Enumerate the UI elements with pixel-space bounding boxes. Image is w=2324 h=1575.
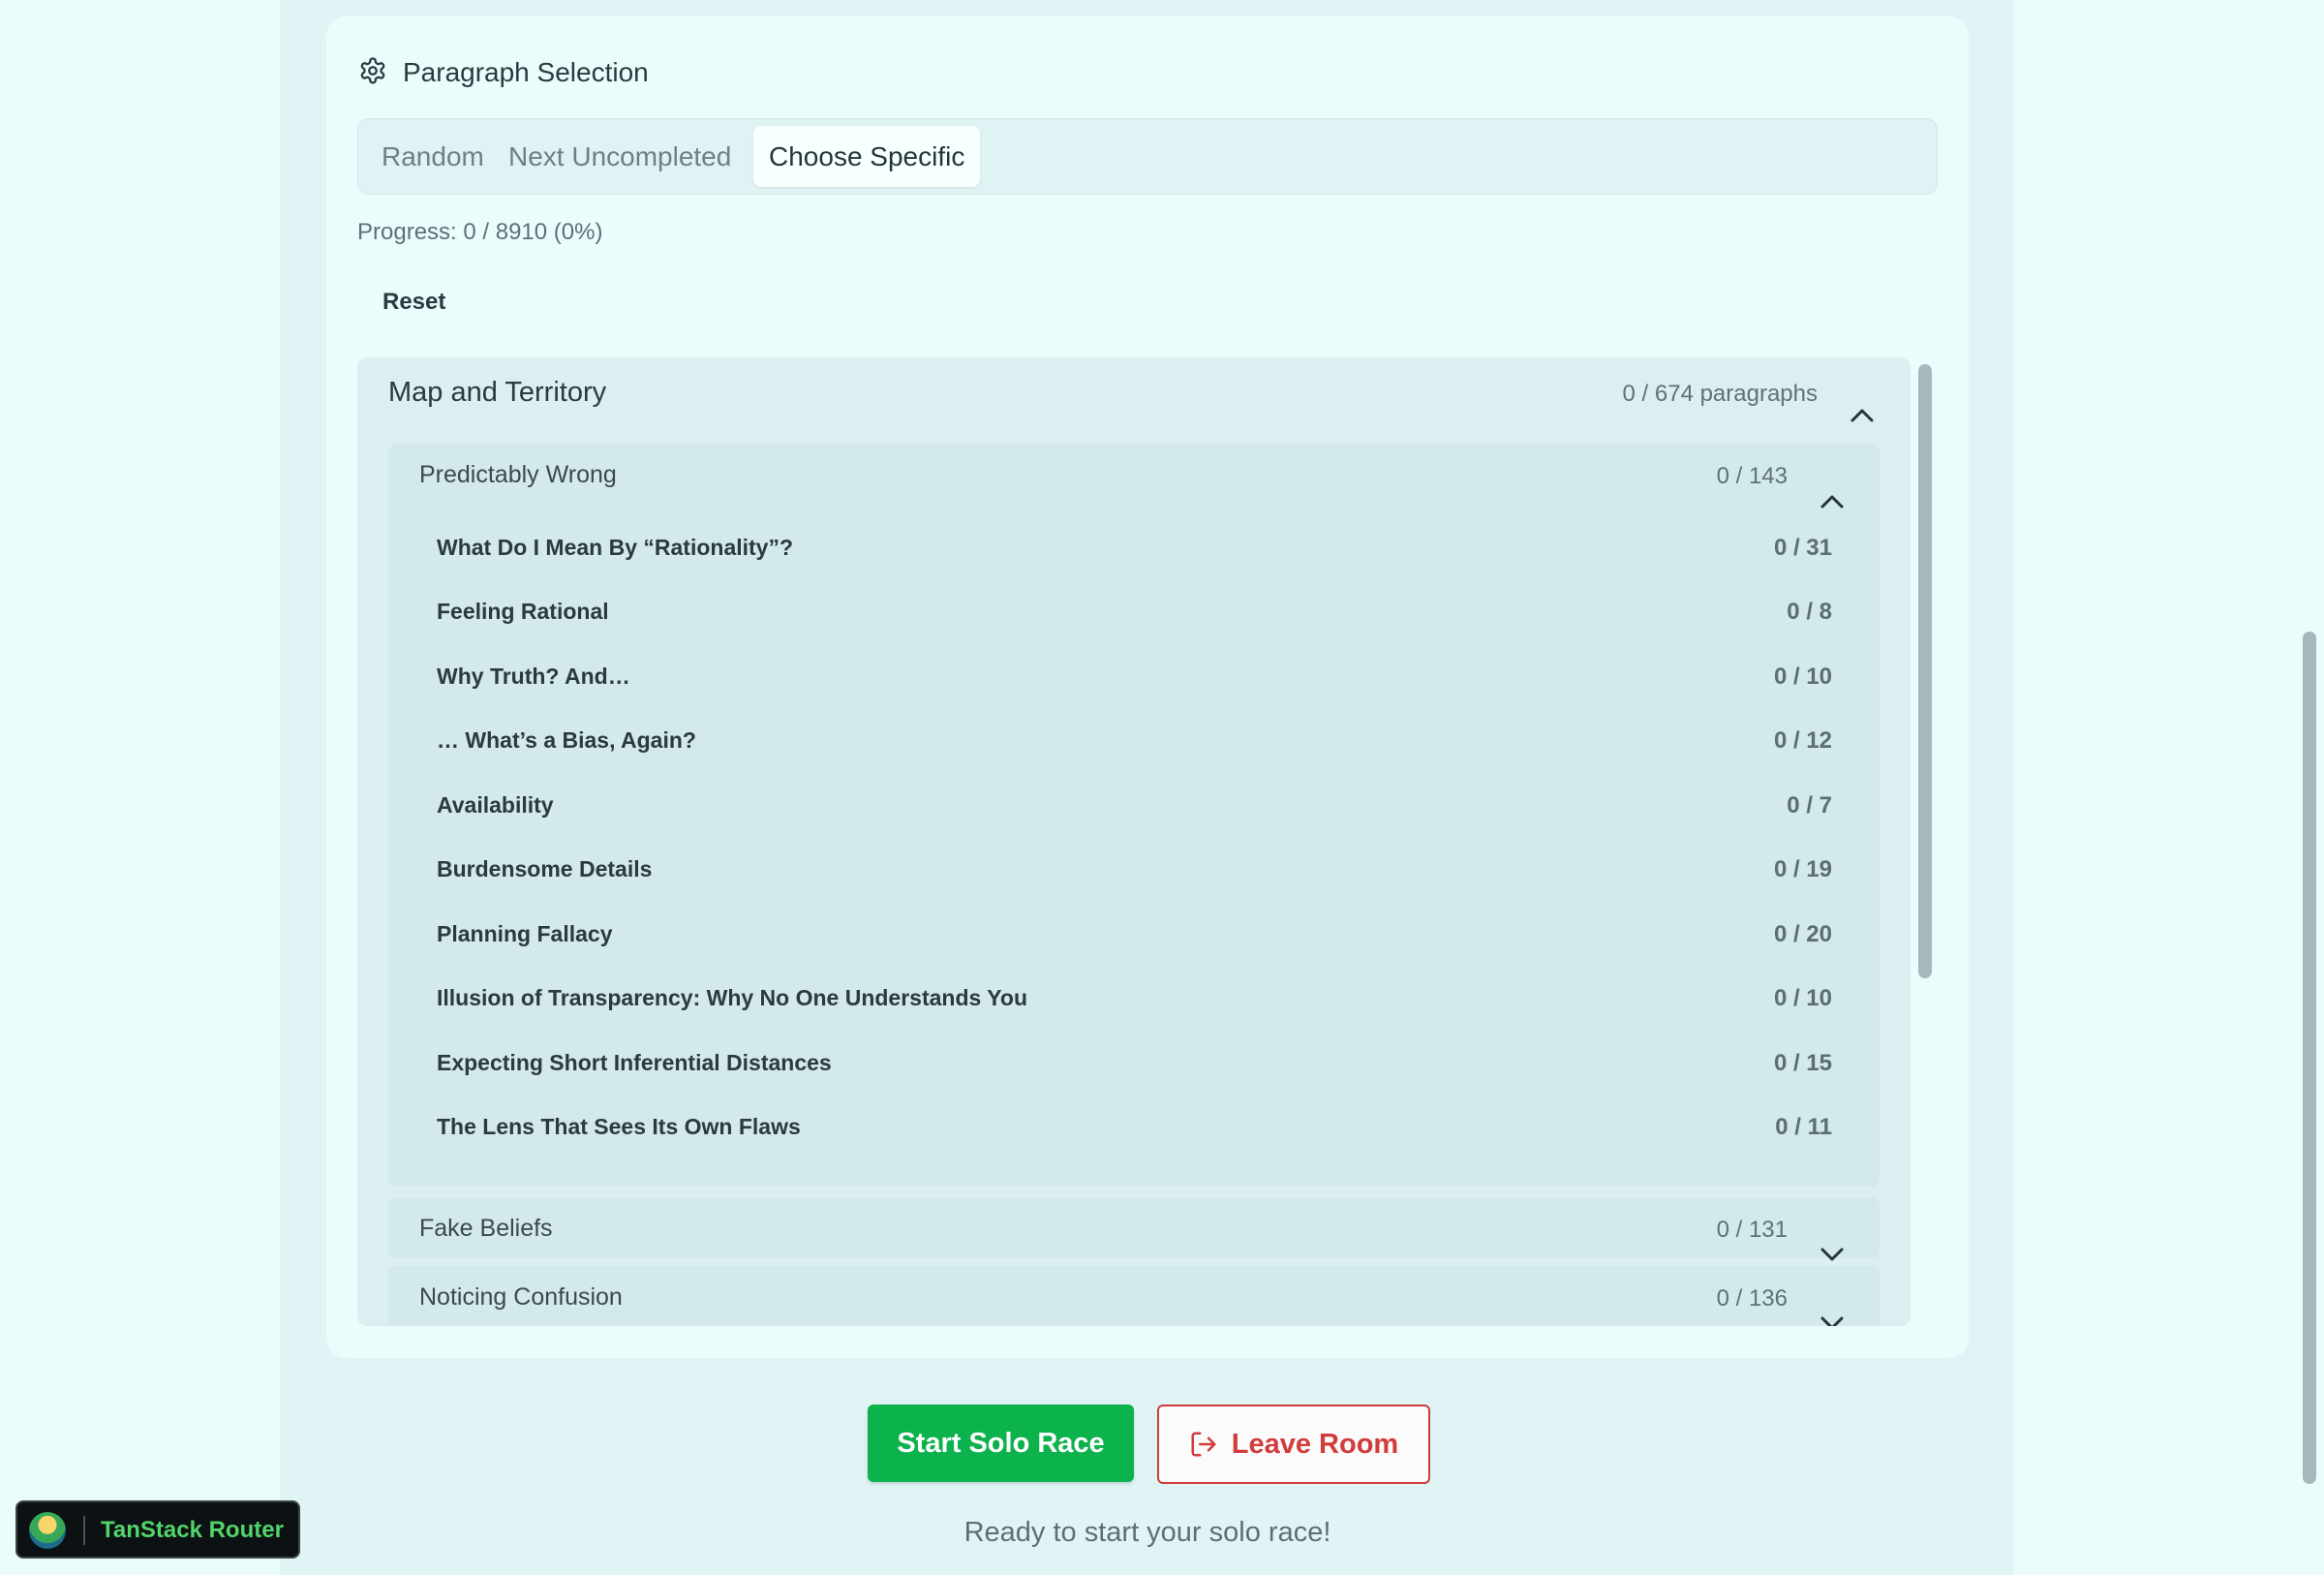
log-out-icon [1191, 1432, 1216, 1457]
post-count: 0 / 19 [1773, 856, 1832, 882]
sequence-title: Predictably Wrong [419, 461, 617, 488]
post-row[interactable]: The Lens That Sees Its Own Flaws 0 / 11 [388, 1095, 1880, 1158]
leave-room-button[interactable]: Leave Room [1157, 1405, 1430, 1484]
card-header: Paragraph Selection [358, 53, 649, 92]
start-solo-race-button[interactable]: Start Solo Race [868, 1405, 1134, 1482]
sequence-count: 0 / 136 [1716, 1285, 1788, 1312]
post-title: … What’s a Bias, Again? [437, 727, 696, 753]
leave-room-label: Leave Room [1231, 1428, 1399, 1460]
post-count: 0 / 31 [1773, 535, 1832, 561]
sequence-noticing-confusion[interactable]: Noticing Confusion 0 / 136 [388, 1266, 1880, 1326]
chevron-down-icon[interactable] [1819, 1247, 1845, 1262]
tab-random[interactable]: Random [366, 126, 500, 187]
post-title: The Lens That Sees Its Own Flaws [437, 1114, 801, 1139]
book-list: Map and Territory 0 / 674 paragraphs Pre… [357, 357, 1911, 1326]
post-count: 0 / 12 [1773, 727, 1832, 754]
book-count: 0 / 674 paragraphs [1622, 381, 1818, 407]
tanstack-logo-icon [29, 1512, 66, 1549]
sequence-count: 0 / 143 [1716, 463, 1788, 489]
post-title: What Do I Mean By “Rationality”? [437, 535, 794, 560]
post-row[interactable]: … What’s a Bias, Again? 0 / 12 [388, 708, 1880, 772]
reset-button[interactable]: Reset [382, 289, 445, 316]
post-row[interactable]: Feeling Rational 0 / 8 [388, 579, 1880, 643]
post-title: Feeling Rational [437, 599, 609, 624]
card-title: Paragraph Selection [403, 57, 649, 87]
post-title: Why Truth? And… [437, 664, 630, 689]
post-row[interactable]: Expecting Short Inferential Distances 0 … [388, 1031, 1880, 1095]
post-title: Illusion of Transparency: Why No One Und… [437, 985, 1028, 1010]
post-count: 0 / 7 [1787, 792, 1832, 818]
gear-icon [358, 56, 387, 90]
book-header[interactable]: Map and Territory 0 / 674 paragraphs [357, 357, 1911, 425]
tab-next-uncompleted[interactable]: Next Uncompleted [493, 126, 747, 187]
sequence-predictably-wrong: Predictably Wrong 0 / 143 What Do I Mean… [388, 444, 1880, 1187]
post-count: 0 / 10 [1773, 664, 1832, 690]
sequence-fake-beliefs[interactable]: Fake Beliefs 0 / 131 [388, 1197, 1880, 1261]
post-title: Availability [437, 792, 554, 818]
post-title: Planning Fallacy [437, 921, 613, 946]
chevron-down-icon[interactable] [1819, 1315, 1845, 1326]
post-row[interactable]: Burdensome Details 0 / 19 [388, 837, 1880, 901]
post-row[interactable]: Why Truth? And… 0 / 10 [388, 644, 1880, 708]
tanstack-router-devtools-button[interactable]: TanStack Router [15, 1500, 300, 1559]
post-row[interactable]: Illusion of Transparency: Why No One Und… [388, 966, 1880, 1030]
tab-choose-specific[interactable]: Choose Specific [753, 126, 981, 187]
post-row[interactable]: Planning Fallacy 0 / 20 [388, 902, 1880, 966]
progress-text: Progress: 0 / 8910 (0%) [357, 219, 603, 245]
tanstack-router-label: TanStack Router [101, 1517, 284, 1543]
divider [83, 1516, 85, 1545]
sequence-count: 0 / 131 [1716, 1217, 1788, 1243]
sequence-title: Noticing Confusion [419, 1283, 623, 1311]
chevron-up-icon[interactable] [1819, 494, 1845, 510]
page-scrollbar[interactable] [2303, 632, 2316, 1484]
sequence-header[interactable]: Predictably Wrong 0 / 143 [388, 444, 1880, 511]
sequence-title: Fake Beliefs [419, 1215, 553, 1242]
post-count: 0 / 15 [1773, 1050, 1832, 1076]
post-title: Burdensome Details [437, 856, 653, 881]
post-count: 0 / 20 [1773, 921, 1832, 947]
post-count: 0 / 8 [1787, 599, 1832, 625]
post-count: 0 / 10 [1773, 985, 1832, 1011]
status-message: Ready to start your solo race! [963, 1517, 1331, 1548]
chevron-up-icon[interactable] [1850, 408, 1875, 423]
post-row[interactable]: Availability 0 / 7 [388, 773, 1880, 837]
post-title: Expecting Short Inferential Distances [437, 1050, 832, 1075]
post-count: 0 / 11 [1775, 1114, 1832, 1140]
list-scrollbar[interactable] [1918, 364, 1932, 978]
post-row[interactable]: What Do I Mean By “Rationality”? 0 / 31 [388, 515, 1880, 579]
book-title: Map and Territory [388, 377, 607, 408]
selection-mode-tabs: Random Next Uncompleted Choose Specific [357, 118, 1938, 195]
